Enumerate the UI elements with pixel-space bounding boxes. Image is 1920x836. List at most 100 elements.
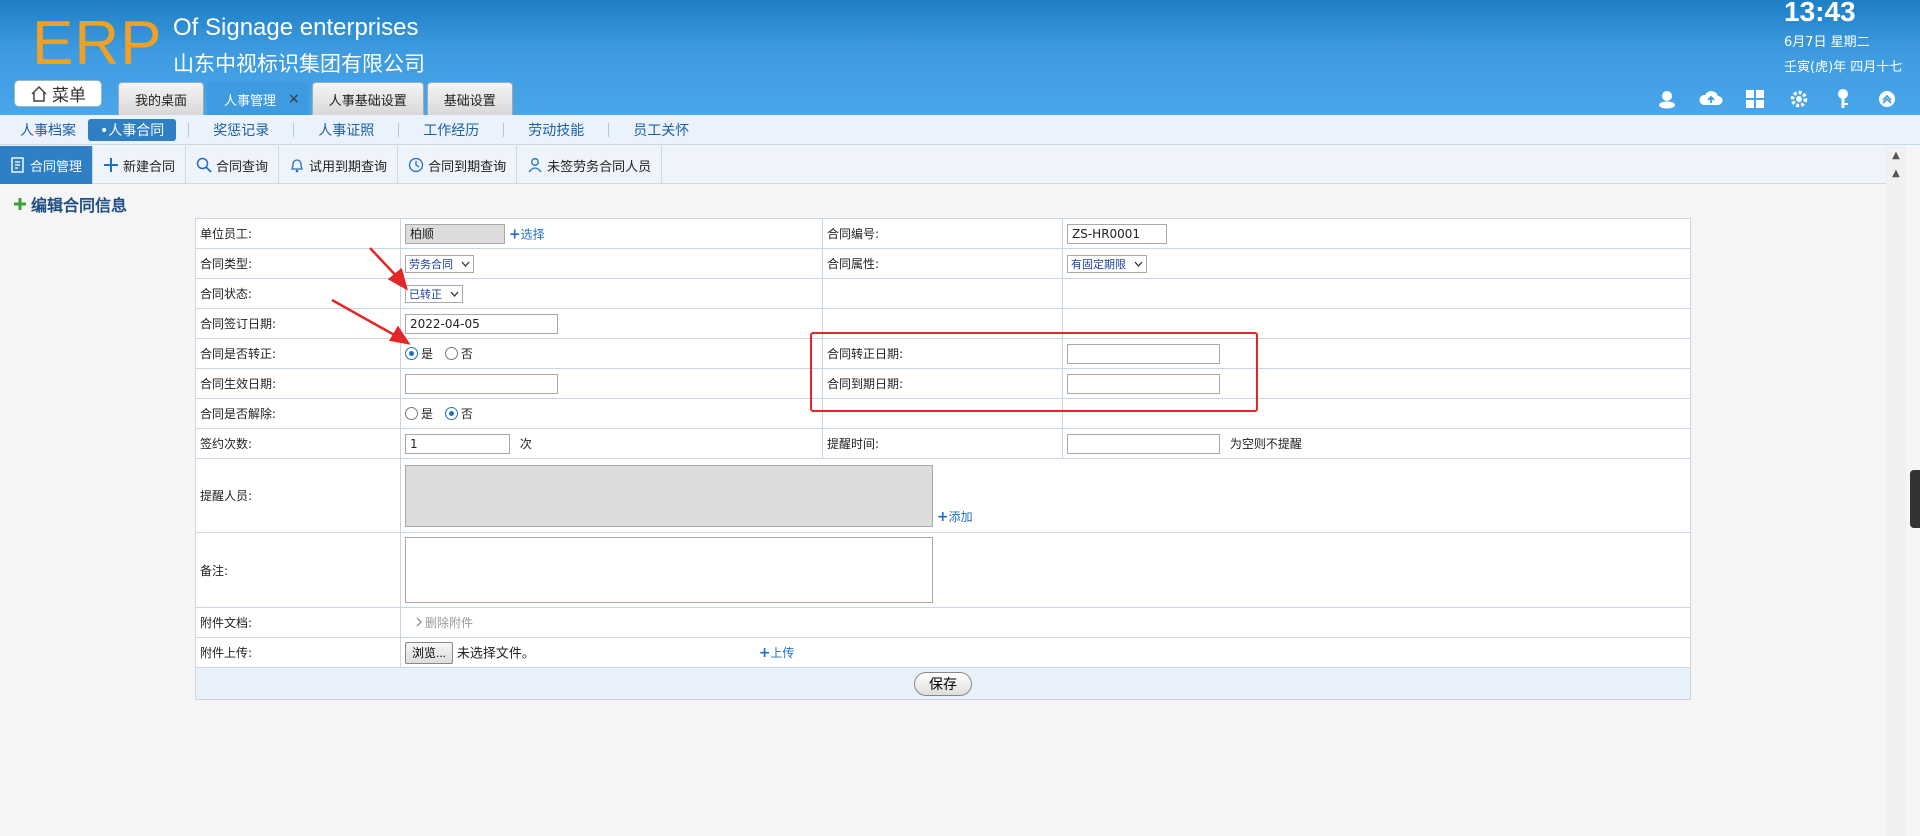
terminate-yes-radio[interactable]: [405, 407, 418, 420]
add-remind-person-link[interactable]: 添加: [949, 510, 973, 524]
contract-no-field[interactable]: [1067, 223, 1167, 244]
remind-time-field[interactable]: [1067, 433, 1220, 454]
company-name-en: Of Signage enterprises: [173, 14, 419, 41]
remind-person-field[interactable]: [405, 464, 933, 527]
delete-attachment-link[interactable]: 删除附件: [415, 616, 473, 630]
form-row: 合同是否解除: 是 否: [195, 398, 1691, 429]
select-value: 已转正: [409, 287, 442, 301]
remind-time-label: 提醒时间:: [822, 428, 1063, 459]
upload-label: 附件上传:: [195, 637, 401, 668]
divider: [293, 122, 295, 137]
remind-person-cell: +添加: [400, 458, 1691, 533]
contract-type-select[interactable]: 劳务合同: [405, 254, 474, 273]
subnav-employee-care[interactable]: 员工关怀: [621, 119, 701, 141]
radio-label: 是: [421, 347, 434, 361]
plus-icon: +: [758, 645, 771, 661]
subnav-work-experience[interactable]: 工作经历: [411, 119, 491, 141]
empty-cell: [1062, 278, 1691, 309]
toolbar-contract-management[interactable]: 合同管理: [0, 146, 94, 184]
save-button[interactable]: 保存: [914, 671, 972, 696]
toolbar-probation-expiry[interactable]: 试用到期查询: [279, 146, 399, 184]
contract-attr-cell: 有固定期限: [1062, 248, 1691, 279]
contract-attr-select[interactable]: 有固定期限: [1067, 254, 1147, 273]
form-row: 合同类型: 劳务合同 合同属性: 有固定期限: [195, 248, 1691, 279]
menu-label: 菜单: [52, 86, 86, 106]
scroll-up-icon[interactable]: ▲: [1886, 164, 1906, 182]
subnav-certificates[interactable]: 人事证照: [306, 119, 386, 141]
sign-count-cell: 次: [400, 428, 823, 459]
form-row: 合同状态: 已转正: [195, 278, 1691, 309]
form-actions: 保存: [195, 667, 1691, 700]
subnav-labor-skills[interactable]: 劳动技能: [516, 119, 596, 141]
toolbar-unsigned-labor[interactable]: 未签劳务合同人员: [517, 146, 663, 184]
tab-label: 人事管理: [224, 93, 277, 109]
effective-date-label: 合同生效日期:: [195, 368, 401, 399]
form-row: 合同生效日期: 合同到期日期:: [195, 368, 1691, 399]
regular-yes-radio[interactable]: [405, 347, 418, 360]
gear-icon[interactable]: [1786, 86, 1812, 112]
toolbar-new-contract[interactable]: 新建合同: [93, 146, 187, 184]
select-value: 劳务合同: [409, 257, 453, 271]
user-icon[interactable]: [1654, 86, 1680, 112]
menu-button[interactable]: 菜单: [14, 80, 102, 107]
save-cell: 保存: [195, 667, 1691, 700]
tab-my-desktop[interactable]: 我的桌面: [118, 82, 205, 115]
sign-count-unit: 次: [519, 436, 532, 451]
upload-link[interactable]: 上传: [770, 646, 794, 660]
form-row: 附件文档: 删除附件: [195, 607, 1691, 638]
toolbar-label: 新建合同: [123, 159, 176, 175]
bell-icon: [290, 159, 304, 173]
remind-time-cell: 为空则不提醒: [1062, 428, 1691, 459]
employee-field[interactable]: [405, 223, 505, 244]
remark-field[interactable]: [405, 537, 933, 603]
radio-label: 否: [460, 347, 473, 361]
tab-base-settings[interactable]: 基础设置: [426, 82, 513, 115]
expire-date-field[interactable]: [1067, 373, 1220, 394]
contract-attr-label: 合同属性:: [822, 248, 1063, 279]
terminate-label: 合同是否解除:: [195, 398, 401, 429]
tab-hr-base-settings[interactable]: 人事基础设置: [311, 82, 424, 115]
regular-no-radio[interactable]: [444, 347, 458, 360]
employee-label: 单位员工:: [195, 218, 401, 249]
sign-date-field[interactable]: [405, 313, 558, 334]
toolbar-label: 合同管理: [30, 159, 83, 175]
effective-date-cell: [400, 368, 823, 399]
page-scrollbar[interactable]: ▲ ▲: [1886, 146, 1906, 836]
cloud-icon[interactable]: [1698, 86, 1724, 112]
collapse-icon[interactable]: [1874, 86, 1900, 112]
contract-type-cell: 劳务合同: [400, 248, 823, 279]
clock-time: 13:43: [1784, 0, 1856, 27]
side-handle[interactable]: [1910, 470, 1920, 528]
toolbar-contract-expiry[interactable]: 合同到期查询: [398, 146, 518, 184]
sign-count-label: 签约次数:: [195, 428, 401, 459]
contract-toolbar: 合同管理 新建合同 合同查询 试用到期查询 合同到期查询 未签劳务合同人员: [0, 146, 1886, 184]
contract-status-label: 合同状态:: [195, 278, 401, 309]
tab-close-icon[interactable]: ×: [288, 91, 300, 107]
contract-status-select[interactable]: 已转正: [405, 284, 463, 303]
subnav-hr-contract[interactable]: •人事合同: [88, 118, 177, 141]
remind-person-label: 提醒人员:: [195, 458, 401, 533]
divider: [608, 122, 610, 137]
sub-navigation: 人事档案 •人事合同 奖惩记录 人事证照 工作经历 劳动技能 员工关怀: [0, 115, 1920, 145]
regular-date-field[interactable]: [1067, 343, 1220, 364]
effective-date-field[interactable]: [405, 373, 558, 394]
toolbar-label: 试用到期查询: [309, 159, 388, 175]
divider: [503, 122, 505, 137]
regular-cell: 是 否: [400, 338, 823, 369]
subnav-rewards[interactable]: 奖惩记录: [201, 119, 281, 141]
key-icon[interactable]: [1830, 86, 1856, 112]
expire-date-label: 合同到期日期:: [822, 368, 1063, 399]
tab-label: 我的桌面: [135, 93, 188, 109]
scroll-up-icon[interactable]: ▲: [1886, 146, 1906, 164]
sign-count-field[interactable]: [405, 433, 510, 454]
subnav-hr-archive[interactable]: 人事档案: [8, 119, 88, 141]
grid-icon[interactable]: [1742, 86, 1768, 112]
tab-hr-management[interactable]: 人事管理 ×: [207, 82, 309, 115]
toolbar-contract-query[interactable]: 合同查询: [186, 146, 280, 184]
terminate-no-radio[interactable]: [444, 407, 458, 420]
select-employee-link[interactable]: 选择: [521, 227, 545, 241]
section-title: 编辑合同信息: [12, 192, 127, 216]
attach-cell: 删除附件: [400, 607, 1691, 638]
browse-button[interactable]: 浏览...: [405, 641, 454, 664]
contract-type-label: 合同类型:: [195, 248, 401, 279]
